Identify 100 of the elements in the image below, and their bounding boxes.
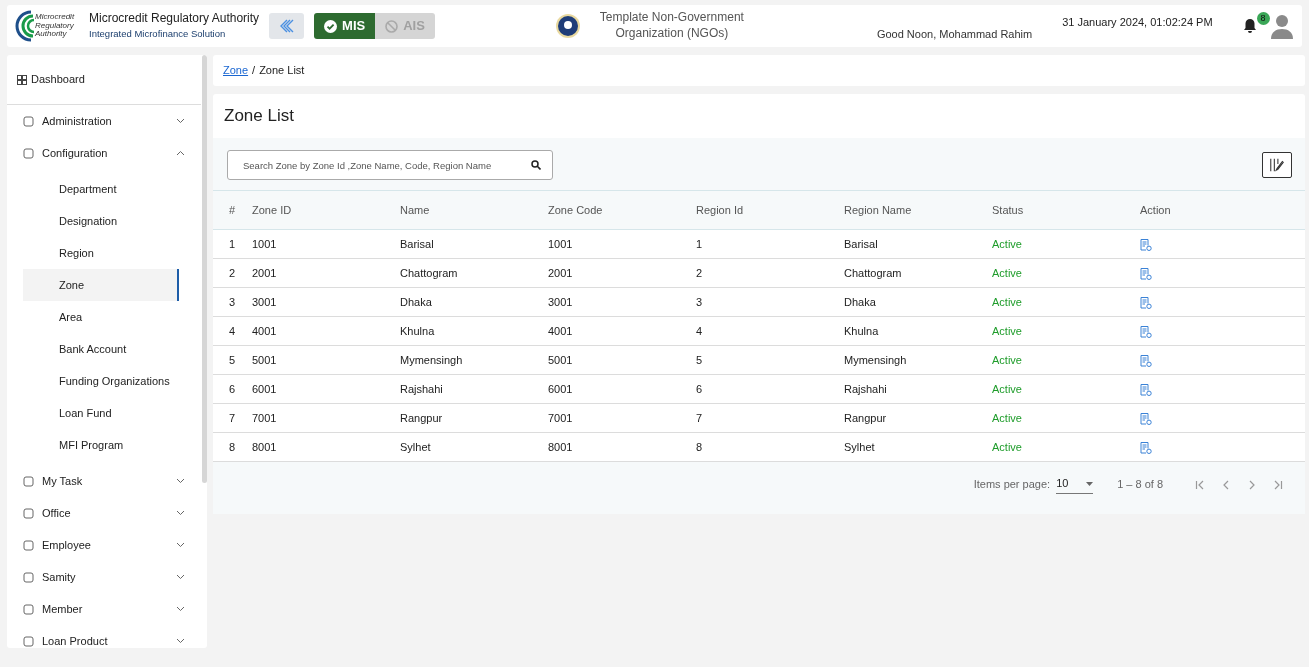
column-header: Name xyxy=(399,190,547,230)
view-document-icon[interactable] xyxy=(1140,412,1152,425)
sidebar-item[interactable]: Administration xyxy=(7,105,201,137)
table-cell: 3 xyxy=(695,287,843,317)
table-cell: 3001 xyxy=(547,287,695,317)
view-document-icon[interactable] xyxy=(1140,267,1152,280)
table-cell: Rajshahi xyxy=(843,374,991,404)
column-header: Region Name xyxy=(843,190,991,230)
column-header: Action xyxy=(1139,190,1305,230)
chevron-left-icon xyxy=(1221,479,1231,490)
notification-bell-icon[interactable] xyxy=(1242,18,1257,34)
submenu-item[interactable]: Funding Organizations xyxy=(23,365,179,397)
view-document-icon[interactable] xyxy=(1140,354,1152,367)
table-cell: 2 xyxy=(213,258,251,288)
submenu-item[interactable]: MFI Program xyxy=(23,429,179,461)
table-cell: 6001 xyxy=(251,374,399,404)
status-text: Active xyxy=(991,258,1139,288)
square-icon xyxy=(23,147,34,159)
table-cell: Mymensingh xyxy=(843,345,991,375)
square-icon xyxy=(23,507,34,519)
sidebar-item[interactable]: Member xyxy=(7,593,201,625)
emblem-icon xyxy=(554,13,581,39)
app-subtitle: Integrated Microfinance Solution xyxy=(89,26,227,41)
status-text: Active xyxy=(991,316,1139,346)
caret-icon xyxy=(1086,481,1094,486)
search-field[interactable]: Search Zone by Zone Id ,Zone Name, Code, Region Name xyxy=(227,150,553,180)
view-document-icon[interactable] xyxy=(1140,325,1152,338)
square-icon xyxy=(23,571,34,583)
table-cell: 7 xyxy=(695,403,843,433)
search-icon[interactable] xyxy=(531,160,541,170)
notification-count: 8 xyxy=(1256,12,1270,25)
table-cell: 8 xyxy=(213,432,251,462)
table-cell: Rajshahi xyxy=(399,374,547,404)
logo-arcs-icon xyxy=(15,10,35,42)
column-header: Zone ID xyxy=(251,190,399,230)
sidebar-item[interactable]: Samity xyxy=(7,561,201,593)
column-settings-button[interactable] xyxy=(1262,152,1292,178)
module-tab[interactable]: MIS xyxy=(314,13,376,39)
table-cell: 6 xyxy=(213,374,251,404)
table-cell: 5 xyxy=(213,345,251,375)
status-text: Active xyxy=(991,345,1139,375)
status-text: Active xyxy=(991,374,1139,404)
view-document-icon[interactable] xyxy=(1140,441,1152,454)
collapse-sidebar-button[interactable] xyxy=(269,13,305,39)
submenu-item[interactable]: Designation xyxy=(23,205,179,237)
submenu-item[interactable]: Department xyxy=(23,173,179,205)
dashboard-link[interactable]: Dashboard xyxy=(7,55,201,105)
table-cell: Sylhet xyxy=(843,432,991,462)
app-title: Microcredit Regulatory Authority xyxy=(89,11,260,27)
table-cell: 6001 xyxy=(547,374,695,404)
sidebar-item[interactable]: Office xyxy=(7,497,201,529)
breadcrumb-current: Zone List xyxy=(259,63,305,79)
scrollbar[interactable] xyxy=(202,55,207,483)
table-cell: 5 xyxy=(695,345,843,375)
status-text: Active xyxy=(991,432,1139,462)
logo-text: Microcredit Regulatory Authority xyxy=(35,12,76,40)
check-circle-icon xyxy=(324,19,338,33)
view-document-icon[interactable] xyxy=(1140,383,1152,396)
sidebar-item[interactable]: Configuration xyxy=(7,137,201,169)
column-edit-icon xyxy=(1269,157,1285,173)
table-cell: 5001 xyxy=(547,345,695,375)
table-cell: 8 xyxy=(695,432,843,462)
sidebar-item[interactable]: My Task xyxy=(7,465,201,497)
table-cell: Chattogram xyxy=(399,258,547,288)
sidebar-item[interactable]: Loan Product xyxy=(7,625,201,648)
column-header: Status xyxy=(991,190,1139,230)
view-document-icon[interactable] xyxy=(1140,296,1152,309)
chevron-right-icon xyxy=(1247,479,1257,490)
submenu-item[interactable]: Loan Fund xyxy=(23,397,179,429)
status-text: Active xyxy=(991,229,1139,259)
table-cell: Dhaka xyxy=(399,287,547,317)
submenu-item[interactable]: Zone xyxy=(23,269,179,301)
table-cell: 8001 xyxy=(547,432,695,462)
column-header: Zone Code xyxy=(547,190,695,230)
table-cell: 6 xyxy=(695,374,843,404)
breadcrumb-link[interactable]: Zone xyxy=(223,62,249,79)
grid-icon xyxy=(17,74,27,85)
table-cell: 1001 xyxy=(251,229,399,259)
avatar-icon[interactable] xyxy=(1270,13,1294,39)
table-cell: 5001 xyxy=(251,345,399,375)
table-cell: 1 xyxy=(695,229,843,259)
table-cell: 3 xyxy=(213,287,251,317)
square-icon xyxy=(23,603,34,615)
page-range: 1 – 8 of 8 xyxy=(1117,476,1163,492)
items-per-page-label: Items per page: xyxy=(973,476,1051,492)
table-cell: Sylhet xyxy=(399,432,547,462)
ban-icon xyxy=(385,19,399,33)
submenu-item[interactable]: Bank Account xyxy=(23,333,179,365)
table-cell: 7001 xyxy=(251,403,399,433)
submenu-item[interactable]: Region xyxy=(23,237,179,269)
page-size-select[interactable]: 10 xyxy=(1056,474,1094,494)
submenu-item[interactable]: Area xyxy=(23,301,179,333)
sidebar-item[interactable]: Employee xyxy=(7,529,201,561)
status-text: Active xyxy=(991,287,1139,317)
square-icon xyxy=(23,475,34,487)
table-cell: 4001 xyxy=(547,316,695,346)
table-cell: Dhaka xyxy=(843,287,991,317)
view-document-icon[interactable] xyxy=(1140,238,1152,251)
table-cell: 1 xyxy=(213,229,251,259)
square-icon xyxy=(23,635,34,647)
